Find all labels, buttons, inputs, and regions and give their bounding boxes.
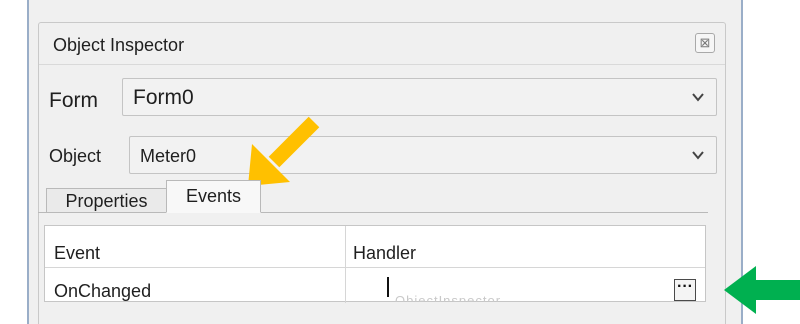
panel-title: Object Inspector: [53, 35, 185, 55]
object-inspector-window: Object Inspector ⊠ Form Form0 Object Met…: [27, 0, 743, 324]
chevron-down-icon: [692, 151, 704, 160]
ellipsis-button[interactable]: ···: [674, 279, 696, 301]
close-icon[interactable]: ⊠: [695, 33, 715, 53]
form-select-value: Form0: [133, 86, 194, 109]
text-caret: [387, 277, 389, 297]
panel-titlebar: Object Inspector ⊠: [39, 23, 725, 65]
yellow-arrow-icon: [248, 116, 320, 186]
event-name-cell[interactable]: OnChanged: [54, 281, 151, 302]
tab-events[interactable]: Events: [166, 180, 261, 213]
form-select[interactable]: Form0: [122, 78, 717, 116]
column-header-event: Event: [54, 243, 101, 263]
form-label: Form: [49, 89, 98, 112]
handler-ghost-text: ObjectInspector: [395, 293, 502, 302]
object-label: Object: [49, 146, 102, 166]
column-divider: [345, 226, 346, 303]
object-select-value: Meter0: [140, 146, 197, 166]
object-select[interactable]: Meter0: [129, 136, 717, 174]
tab-properties[interactable]: Properties: [46, 188, 167, 212]
green-arrow-icon: [724, 266, 800, 314]
chevron-down-icon: [692, 93, 704, 102]
column-header-handler: Handler: [353, 243, 417, 263]
